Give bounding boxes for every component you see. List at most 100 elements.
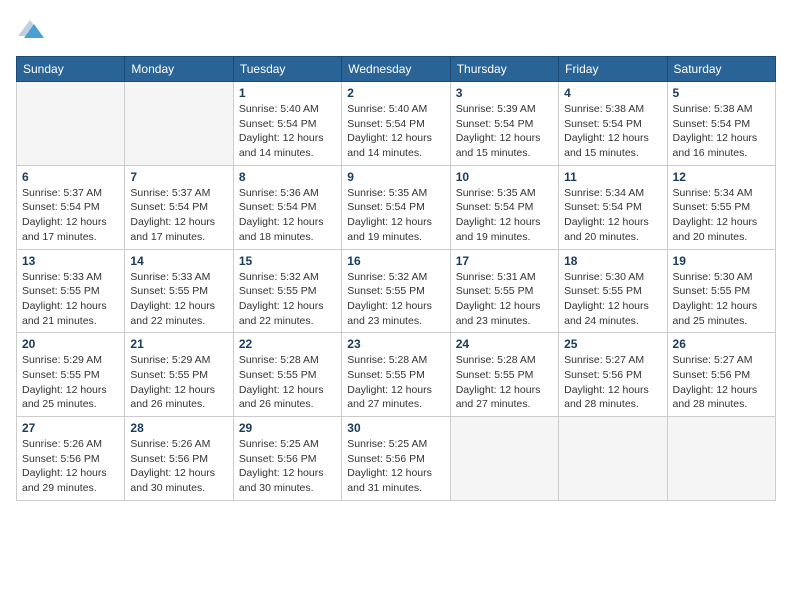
weekday-header: Tuesday: [233, 57, 341, 82]
day-info: Sunrise: 5:26 AMSunset: 5:56 PMDaylight:…: [130, 437, 227, 496]
calendar-cell: 15 Sunrise: 5:32 AMSunset: 5:55 PMDayligh…: [233, 249, 341, 333]
day-info: Sunrise: 5:27 AMSunset: 5:56 PMDaylight:…: [564, 353, 661, 412]
day-info: Sunrise: 5:29 AMSunset: 5:55 PMDaylight:…: [130, 353, 227, 412]
day-number: 18: [564, 254, 661, 268]
calendar-cell: 4 Sunrise: 5:38 AMSunset: 5:54 PMDaylight…: [559, 82, 667, 166]
day-info: Sunrise: 5:27 AMSunset: 5:56 PMDaylight:…: [673, 353, 770, 412]
day-info: Sunrise: 5:28 AMSunset: 5:55 PMDaylight:…: [347, 353, 444, 412]
day-number: 30: [347, 421, 444, 435]
calendar-cell: 6Sunrise: 5:37 AMSunset: 5:54 PMDaylight…: [17, 165, 125, 249]
calendar-cell: 13Sunrise: 5:33 AMSunset: 5:55 PMDayligh…: [17, 249, 125, 333]
day-number: 16: [347, 254, 444, 268]
day-info: Sunrise: 5:30 AMSunset: 5:55 PMDaylight:…: [564, 270, 661, 329]
day-number: 29: [239, 421, 336, 435]
day-info: Sunrise: 5:25 AMSunset: 5:56 PMDaylight:…: [239, 437, 336, 496]
day-info: Sunrise: 5:25 AMSunset: 5:56 PMDaylight:…: [347, 437, 444, 496]
calendar-cell: 20 Sunrise: 5:29 AMSunset: 5:55 PMDayligh…: [17, 333, 125, 417]
calendar-cell: 5 Sunrise: 5:38 AMSunset: 5:54 PMDaylight…: [667, 82, 775, 166]
day-info: Sunrise: 5:28 AMSunset: 5:55 PMDaylight:…: [239, 353, 336, 412]
calendar-cell: 26 Sunrise: 5:27 AMSunset: 5:56 PMDayligh…: [667, 333, 775, 417]
calendar-table: SundayMondayTuesdayWednesdayThursdayFrid…: [16, 56, 776, 501]
day-number: 19: [673, 254, 770, 268]
week-row-3: 13 Sunrise: 5:33 AMSunset: 5:55 PMDayligh…: [17, 249, 776, 333]
page-header: [16, 16, 776, 44]
calendar-cell: 17 Sunrise: 5:31 AMSunset: 5:55 PMDayligh…: [450, 249, 558, 333]
week-row-4: 20 Sunrise: 5:29 AMSunset: 5:55 PMDayligh…: [17, 333, 776, 417]
calendar-cell: 14 Sunrise: 5:33 AMSunset: 5:55 PMDayligh…: [125, 249, 233, 333]
calendar-cell: 18 Sunrise: 5:30 AMSunset: 5:55 PMDayligh…: [559, 249, 667, 333]
day-info: Sunrise: 5:38 AMSunset: 5:54 PMDaylight:…: [564, 102, 661, 161]
day-info: Sunrise: 5:32 AMSunset: 5:55 PMDaylight:…: [347, 270, 444, 329]
day-info: Sunrise: 5:31 AMSunset: 5:55 PMDaylight:…: [456, 270, 553, 329]
day-info: Sunrise: 5:36 AMSunset: 5:54 PMDaylight:…: [239, 186, 336, 245]
calendar-cell: [559, 417, 667, 501]
logo-icon: [16, 16, 44, 44]
day-number: 17: [456, 254, 553, 268]
day-number: 25: [564, 337, 661, 351]
calendar-cell: 11Sunrise: 5:34 AMSunset: 5:54 PMDayligh…: [559, 165, 667, 249]
day-number: 26: [673, 337, 770, 351]
day-number: 7: [130, 170, 227, 184]
calendar-cell: 27 Sunrise: 5:26 AMSunset: 5:56 PMDayligh…: [17, 417, 125, 501]
calendar-cell: 30 Sunrise: 5:25 AMSunset: 5:56 PMDayligh…: [342, 417, 450, 501]
weekday-header: Thursday: [450, 57, 558, 82]
calendar-cell: 12 Sunrise: 5:34 AMSunset: 5:55 PMDayligh…: [667, 165, 775, 249]
day-info: Sunrise: 5:34 AMSunset: 5:54 PMDaylight:…: [564, 186, 661, 245]
calendar-cell: [450, 417, 558, 501]
day-info: Sunrise: 5:40 AMSunset: 5:54 PMDaylight:…: [347, 102, 444, 161]
calendar-cell: 23 Sunrise: 5:28 AMSunset: 5:55 PMDayligh…: [342, 333, 450, 417]
day-number: 9: [347, 170, 444, 184]
day-number: 2: [347, 86, 444, 100]
calendar-cell: 28 Sunrise: 5:26 AMSunset: 5:56 PMDayligh…: [125, 417, 233, 501]
day-number: 21: [130, 337, 227, 351]
day-number: 1: [239, 86, 336, 100]
day-number: 28: [130, 421, 227, 435]
calendar-cell: 21 Sunrise: 5:29 AMSunset: 5:55 PMDayligh…: [125, 333, 233, 417]
calendar-cell: 29 Sunrise: 5:25 AMSunset: 5:56 PMDayligh…: [233, 417, 341, 501]
day-number: 5: [673, 86, 770, 100]
day-number: 15: [239, 254, 336, 268]
weekday-header: Friday: [559, 57, 667, 82]
weekday-header: Sunday: [17, 57, 125, 82]
day-info: Sunrise: 5:38 AMSunset: 5:54 PMDaylight:…: [673, 102, 770, 161]
week-row-1: 1 Sunrise: 5:40 AMSunset: 5:54 PMDaylight…: [17, 82, 776, 166]
day-number: 13: [22, 254, 119, 268]
calendar-cell: 1 Sunrise: 5:40 AMSunset: 5:54 PMDaylight…: [233, 82, 341, 166]
day-number: 24: [456, 337, 553, 351]
day-info: Sunrise: 5:28 AMSunset: 5:55 PMDaylight:…: [456, 353, 553, 412]
weekday-header-row: SundayMondayTuesdayWednesdayThursdayFrid…: [17, 57, 776, 82]
day-number: 10: [456, 170, 553, 184]
calendar-cell: [667, 417, 775, 501]
day-info: Sunrise: 5:35 AMSunset: 5:54 PMDaylight:…: [456, 186, 553, 245]
day-number: 14: [130, 254, 227, 268]
day-info: Sunrise: 5:37 AMSunset: 5:54 PMDaylight:…: [130, 186, 227, 245]
day-number: 20: [22, 337, 119, 351]
calendar-cell: 19 Sunrise: 5:30 AMSunset: 5:55 PMDayligh…: [667, 249, 775, 333]
calendar-cell: [125, 82, 233, 166]
day-info: Sunrise: 5:40 AMSunset: 5:54 PMDaylight:…: [239, 102, 336, 161]
calendar-cell: 10 Sunrise: 5:35 AMSunset: 5:54 PMDayligh…: [450, 165, 558, 249]
calendar-cell: 2 Sunrise: 5:40 AMSunset: 5:54 PMDaylight…: [342, 82, 450, 166]
calendar-cell: 24 Sunrise: 5:28 AMSunset: 5:55 PMDayligh…: [450, 333, 558, 417]
day-number: 6: [22, 170, 119, 184]
day-number: 4: [564, 86, 661, 100]
logo: [16, 16, 48, 44]
day-info: Sunrise: 5:29 AMSunset: 5:55 PMDaylight:…: [22, 353, 119, 412]
calendar-cell: 3Sunrise: 5:39 AMSunset: 5:54 PMDaylight…: [450, 82, 558, 166]
calendar-cell: [17, 82, 125, 166]
day-number: 27: [22, 421, 119, 435]
day-info: Sunrise: 5:26 AMSunset: 5:56 PMDaylight:…: [22, 437, 119, 496]
day-number: 3: [456, 86, 553, 100]
day-info: Sunrise: 5:34 AMSunset: 5:55 PMDaylight:…: [673, 186, 770, 245]
day-info: Sunrise: 5:32 AMSunset: 5:55 PMDaylight:…: [239, 270, 336, 329]
day-info: Sunrise: 5:35 AMSunset: 5:54 PMDaylight:…: [347, 186, 444, 245]
day-number: 12: [673, 170, 770, 184]
day-info: Sunrise: 5:30 AMSunset: 5:55 PMDaylight:…: [673, 270, 770, 329]
day-number: 22: [239, 337, 336, 351]
day-info: Sunrise: 5:33 AMSunset: 5:55 PMDaylight:…: [130, 270, 227, 329]
day-number: 23: [347, 337, 444, 351]
weekday-header: Wednesday: [342, 57, 450, 82]
week-row-2: 6 Sunrise: 5:37 AMSunset: 5:54 PMDaylight…: [17, 165, 776, 249]
day-number: 8: [239, 170, 336, 184]
calendar-cell: 16 Sunrise: 5:32 AMSunset: 5:55 PMDayligh…: [342, 249, 450, 333]
